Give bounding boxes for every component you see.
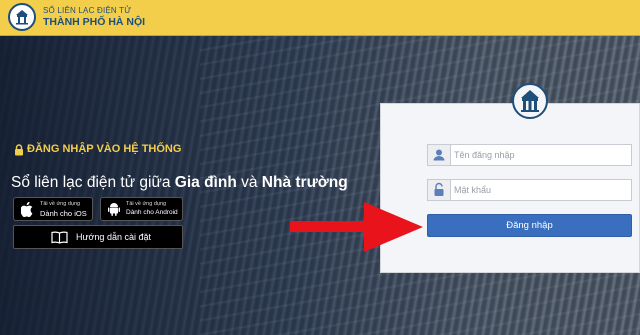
- apple-icon: [21, 202, 33, 217]
- panel-logo-icon: [512, 83, 548, 119]
- android-icon: [108, 203, 120, 216]
- header-bar: SỔ LIÊN LẠC ĐIỆN TỬ THÀNH PHỐ HÀ NỘI: [0, 0, 640, 36]
- tagline-and: và: [236, 174, 262, 191]
- hanoi-logo-icon[interactable]: [8, 3, 36, 31]
- brand-subtitle: SỔ LIÊN LẠC ĐIỆN TỬ: [43, 6, 132, 15]
- android-download-button[interactable]: Tải về ứng dụng Dành cho Android: [100, 197, 183, 221]
- install-guide-button[interactable]: Hướng dẫn cài đặt: [13, 225, 183, 249]
- tagline: Sổ liên lạc điện tử giữa Gia đình và Nhà…: [11, 174, 348, 192]
- lock-icon: [15, 144, 23, 156]
- login-button[interactable]: Đăng nhập: [427, 214, 632, 237]
- red-arrow-annotation: [290, 202, 423, 252]
- brand-title[interactable]: THÀNH PHỐ HÀ NỘI: [43, 16, 145, 28]
- install-guide-label: Hướng dẫn cài đặt: [76, 232, 151, 242]
- username-input[interactable]: [454, 147, 624, 163]
- user-icon: [428, 145, 451, 165]
- android-small-label: Tải về ứng dụng: [126, 201, 167, 207]
- tagline-school: Nhà trường: [261, 174, 348, 191]
- username-field[interactable]: [427, 144, 632, 166]
- ios-download-button[interactable]: Tải về ứng dụng Dành cho iOS: [13, 197, 93, 221]
- unlock-icon: [428, 180, 451, 200]
- book-icon: [51, 231, 68, 244]
- tagline-family: Gia đình: [174, 174, 237, 191]
- password-field[interactable]: [427, 179, 632, 201]
- ios-big-label: Dành cho iOS: [40, 209, 87, 218]
- tagline-prefix: Sổ liên lạc điện tử giữa: [11, 174, 175, 191]
- android-big-label: Dành cho Android: [126, 209, 178, 216]
- ios-small-label: Tải về ứng dụng: [40, 201, 81, 207]
- login-heading: ĐĂNG NHẬP VÀO HỆ THỐNG: [27, 143, 182, 155]
- password-input[interactable]: [454, 182, 624, 198]
